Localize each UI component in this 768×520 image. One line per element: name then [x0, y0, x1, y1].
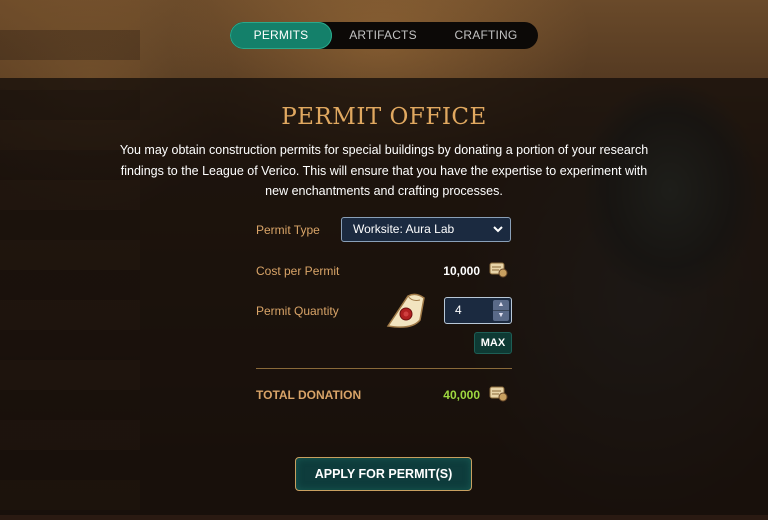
- page-title: PERMIT OFFICE: [281, 104, 487, 130]
- total-donation-label: TOTAL DONATION: [256, 388, 362, 402]
- apply-for-permits-button[interactable]: APPLY FOR PERMIT(S): [295, 457, 472, 491]
- permit-scroll-icon: [386, 293, 425, 328]
- permit-type-select[interactable]: Worksite: Aura Lab: [341, 217, 511, 242]
- permit-quantity-input[interactable]: 4 ▲ ▼: [444, 297, 512, 324]
- description-text: You may obtain construction permits for …: [119, 143, 649, 198]
- permit-quantity-label: Permit Quantity: [256, 304, 339, 318]
- tab-permits[interactable]: PERMITS: [230, 22, 332, 49]
- total-donation-value: 40,000: [443, 388, 480, 402]
- tab-crafting[interactable]: CRAFTING: [434, 22, 538, 49]
- permit-quantity-value: 4: [455, 303, 462, 317]
- max-button[interactable]: MAX: [474, 332, 512, 354]
- permit-type-label: Permit Type: [256, 223, 320, 237]
- cost-per-permit-label: Cost per Permit: [256, 264, 340, 278]
- quantity-stepper[interactable]: ▲ ▼: [493, 300, 509, 321]
- stepper-up-icon[interactable]: ▲: [493, 300, 509, 311]
- tab-artifacts[interactable]: ARTIFACTS: [332, 22, 434, 49]
- cost-per-permit-value: 10,000: [443, 264, 480, 278]
- stepper-down-icon[interactable]: ▼: [493, 311, 509, 321]
- tab-bar: PERMITS ARTIFACTS CRAFTING: [230, 22, 538, 49]
- divider: [256, 368, 512, 369]
- research-scroll-icon: [489, 386, 508, 402]
- research-scroll-icon: [489, 262, 508, 278]
- chevron-down-icon: [493, 226, 503, 233]
- permit-type-value: Worksite: Aura Lab: [353, 222, 455, 236]
